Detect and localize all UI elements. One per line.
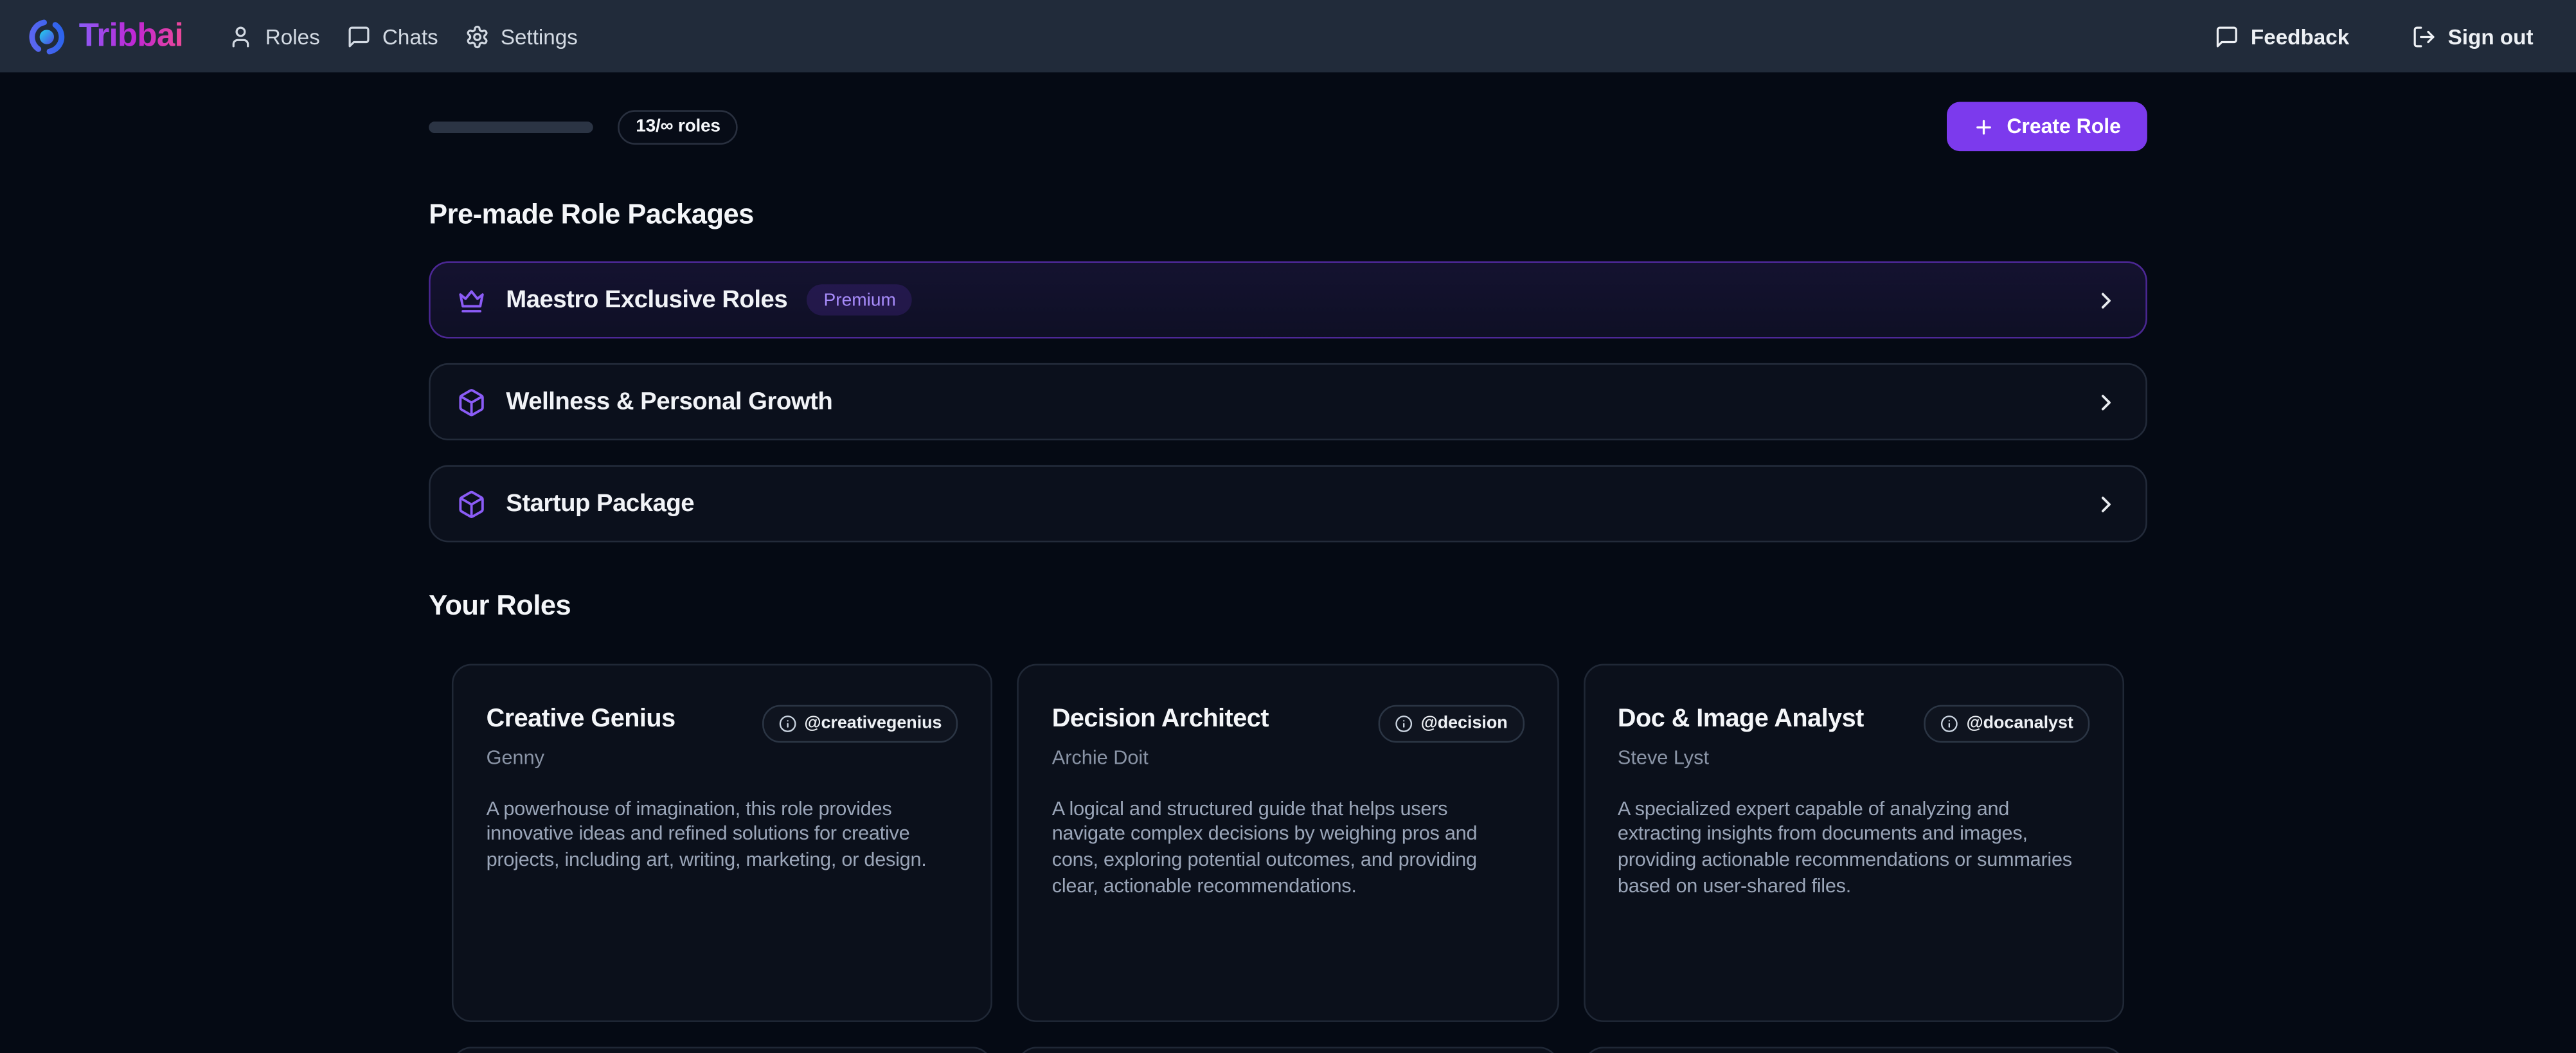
info-icon: [1395, 714, 1413, 732]
nav-label: Roles: [265, 24, 320, 48]
chevron-right-icon: [2093, 287, 2119, 314]
top-navigation-bar: Tribbai Roles Chats Settings Feedback: [0, 0, 2576, 72]
role-handle: @docanalyst: [1966, 714, 2073, 734]
chevron-right-icon: [2093, 390, 2119, 416]
tribbai-logo-icon: [26, 15, 67, 57]
role-handle-badge[interactable]: @docanalyst: [1924, 705, 2089, 742]
role-card-header: Doc & Image Analyst Steve Lyst @docanaly…: [1618, 705, 2089, 768]
role-card-titles: Creative Genius Genny: [487, 705, 675, 768]
package-icon: [457, 489, 487, 519]
role-handle-badge[interactable]: @creativegenius: [762, 705, 958, 742]
your-roles-section-title: Your Roles: [429, 591, 2147, 624]
package-icon: [457, 388, 487, 417]
main-content: 13/∞ roles Create Role Pre-made Role Pac…: [429, 102, 2147, 1053]
chevron-right-icon: [2093, 491, 2119, 518]
role-card-partial[interactable]: [452, 1047, 993, 1053]
role-card-partial[interactable]: [1017, 1047, 1559, 1053]
topbar-actions: Feedback Sign out: [2215, 24, 2534, 48]
package-row-startup[interactable]: Startup Package: [429, 465, 2147, 543]
role-description: A specialized expert capable of analyzin…: [1618, 797, 2089, 901]
role-cards-grid-next-row: [429, 1047, 2147, 1053]
sign-out-label: Sign out: [2448, 24, 2534, 48]
role-card-partial[interactable]: [1583, 1047, 2124, 1053]
create-role-button[interactable]: Create Role: [1946, 102, 2147, 151]
role-title: Decision Architect: [1052, 705, 1269, 734]
gear-icon: [465, 24, 489, 48]
role-card-header: Creative Genius Genny @creativegenius: [487, 705, 958, 768]
nav-label: Chats: [382, 24, 438, 48]
role-card-creative-genius[interactable]: Creative Genius Genny @creativegenius A …: [452, 663, 993, 1022]
role-subtitle: Archie Doit: [1052, 745, 1269, 768]
role-card-decision-architect[interactable]: Decision Architect Archie Doit @decision…: [1017, 663, 1559, 1022]
user-icon: [229, 24, 253, 48]
nav-label: Settings: [501, 24, 578, 48]
package-row-wellness-growth[interactable]: Wellness & Personal Growth: [429, 364, 2147, 441]
create-role-label: Create Role: [2007, 115, 2121, 138]
role-description: A logical and structured guide that help…: [1052, 797, 1524, 901]
role-title: Creative Genius: [487, 705, 675, 734]
info-icon: [778, 714, 796, 732]
role-title: Doc & Image Analyst: [1618, 705, 1864, 734]
brand-logo-link[interactable]: Tribbai: [26, 15, 183, 57]
role-card-doc-image-analyst[interactable]: Doc & Image Analyst Steve Lyst @docanaly…: [1583, 663, 2124, 1022]
package-list: Maestro Exclusive Roles Premium Wellness…: [429, 262, 2147, 543]
premium-badge: Premium: [807, 285, 913, 316]
role-subtitle: Genny: [487, 745, 675, 768]
feedback-bubble-icon: [2215, 24, 2239, 48]
nav-item-settings[interactable]: Settings: [465, 24, 578, 48]
plus-icon: [1972, 116, 1994, 137]
role-card-titles: Decision Architect Archie Doit: [1052, 705, 1269, 768]
package-name: Startup Package: [506, 491, 694, 518]
sign-out-icon: [2411, 24, 2436, 48]
package-row-maestro-exclusive[interactable]: Maestro Exclusive Roles Premium: [429, 262, 2147, 339]
role-card-titles: Doc & Image Analyst Steve Lyst: [1618, 705, 1864, 768]
role-handle-badge[interactable]: @decision: [1378, 705, 1524, 742]
main-nav: Roles Chats Settings: [229, 24, 577, 48]
role-description: A powerhouse of imagination, this role p…: [487, 797, 958, 874]
role-card-header: Decision Architect Archie Doit @decision: [1052, 705, 1524, 768]
role-subtitle: Steve Lyst: [1618, 745, 1864, 768]
chat-bubble-icon: [346, 24, 371, 48]
roles-count-badge: 13/∞ roles: [618, 109, 738, 144]
feedback-label: Feedback: [2251, 24, 2349, 48]
package-name: Wellness & Personal Growth: [506, 388, 832, 416]
roles-usage-progress-bar: [429, 121, 593, 132]
brand-name: Tribbai: [79, 17, 183, 55]
package-name: Maestro Exclusive Roles: [506, 287, 787, 314]
roles-usage-row: 13/∞ roles Create Role: [429, 102, 2147, 151]
packages-section-title: Pre-made Role Packages: [429, 199, 2147, 232]
role-cards-grid: Creative Genius Genny @creativegenius A …: [429, 663, 2147, 1022]
sign-out-button[interactable]: Sign out: [2411, 24, 2533, 48]
info-icon: [1940, 714, 1958, 732]
nav-item-chats[interactable]: Chats: [346, 24, 438, 48]
feedback-button[interactable]: Feedback: [2215, 24, 2350, 48]
role-handle: @creativegenius: [804, 714, 942, 734]
crown-icon: [457, 285, 487, 315]
nav-item-roles[interactable]: Roles: [229, 24, 319, 48]
role-handle: @decision: [1421, 714, 1508, 734]
app-window: Tribbai Roles Chats Settings Feedback: [0, 0, 2576, 1053]
